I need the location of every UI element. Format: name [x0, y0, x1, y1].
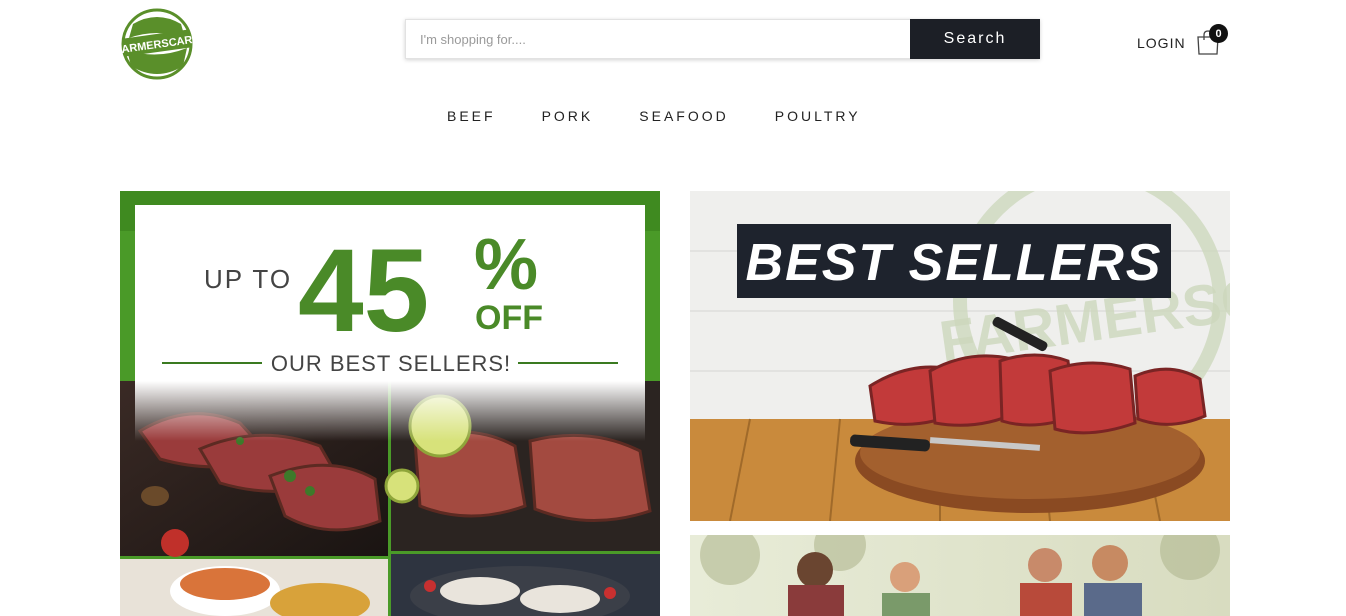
search-input[interactable]	[405, 19, 910, 59]
best-sellers-banner[interactable]: FARMERSCART BEST SELLERS	[690, 191, 1230, 521]
category-nav: BEEF PORK SEAFOOD POULTRY	[447, 108, 861, 124]
promo-percent-number: 45	[298, 225, 429, 357]
nav-item-poultry[interactable]: POULTRY	[775, 108, 861, 124]
promo-percent-sign: %	[474, 225, 538, 305]
search-button[interactable]: Search	[910, 19, 1040, 59]
promo-subtitle: OUR BEST SELLERS!	[271, 351, 511, 376]
cart-count-badge: 0	[1209, 24, 1228, 43]
lifestyle-banner[interactable]	[690, 535, 1230, 616]
promo-off: OFF	[475, 299, 543, 337]
nav-item-beef[interactable]: BEEF	[447, 108, 496, 124]
search-bar: Search	[405, 19, 1040, 59]
promo-up-to: UP TO	[204, 264, 292, 294]
nav-item-pork[interactable]: PORK	[542, 108, 594, 124]
login-link[interactable]: LOGIN	[1137, 35, 1186, 51]
best-sellers-title: BEST SELLERS	[746, 234, 1163, 292]
farmerscart-logo[interactable]: FARMERSCART	[115, 8, 200, 80]
promo-banner[interactable]: UP TO 45 % OFF OUR BEST SELLERS!	[120, 191, 660, 616]
nav-item-seafood[interactable]: SEAFOOD	[639, 108, 728, 124]
